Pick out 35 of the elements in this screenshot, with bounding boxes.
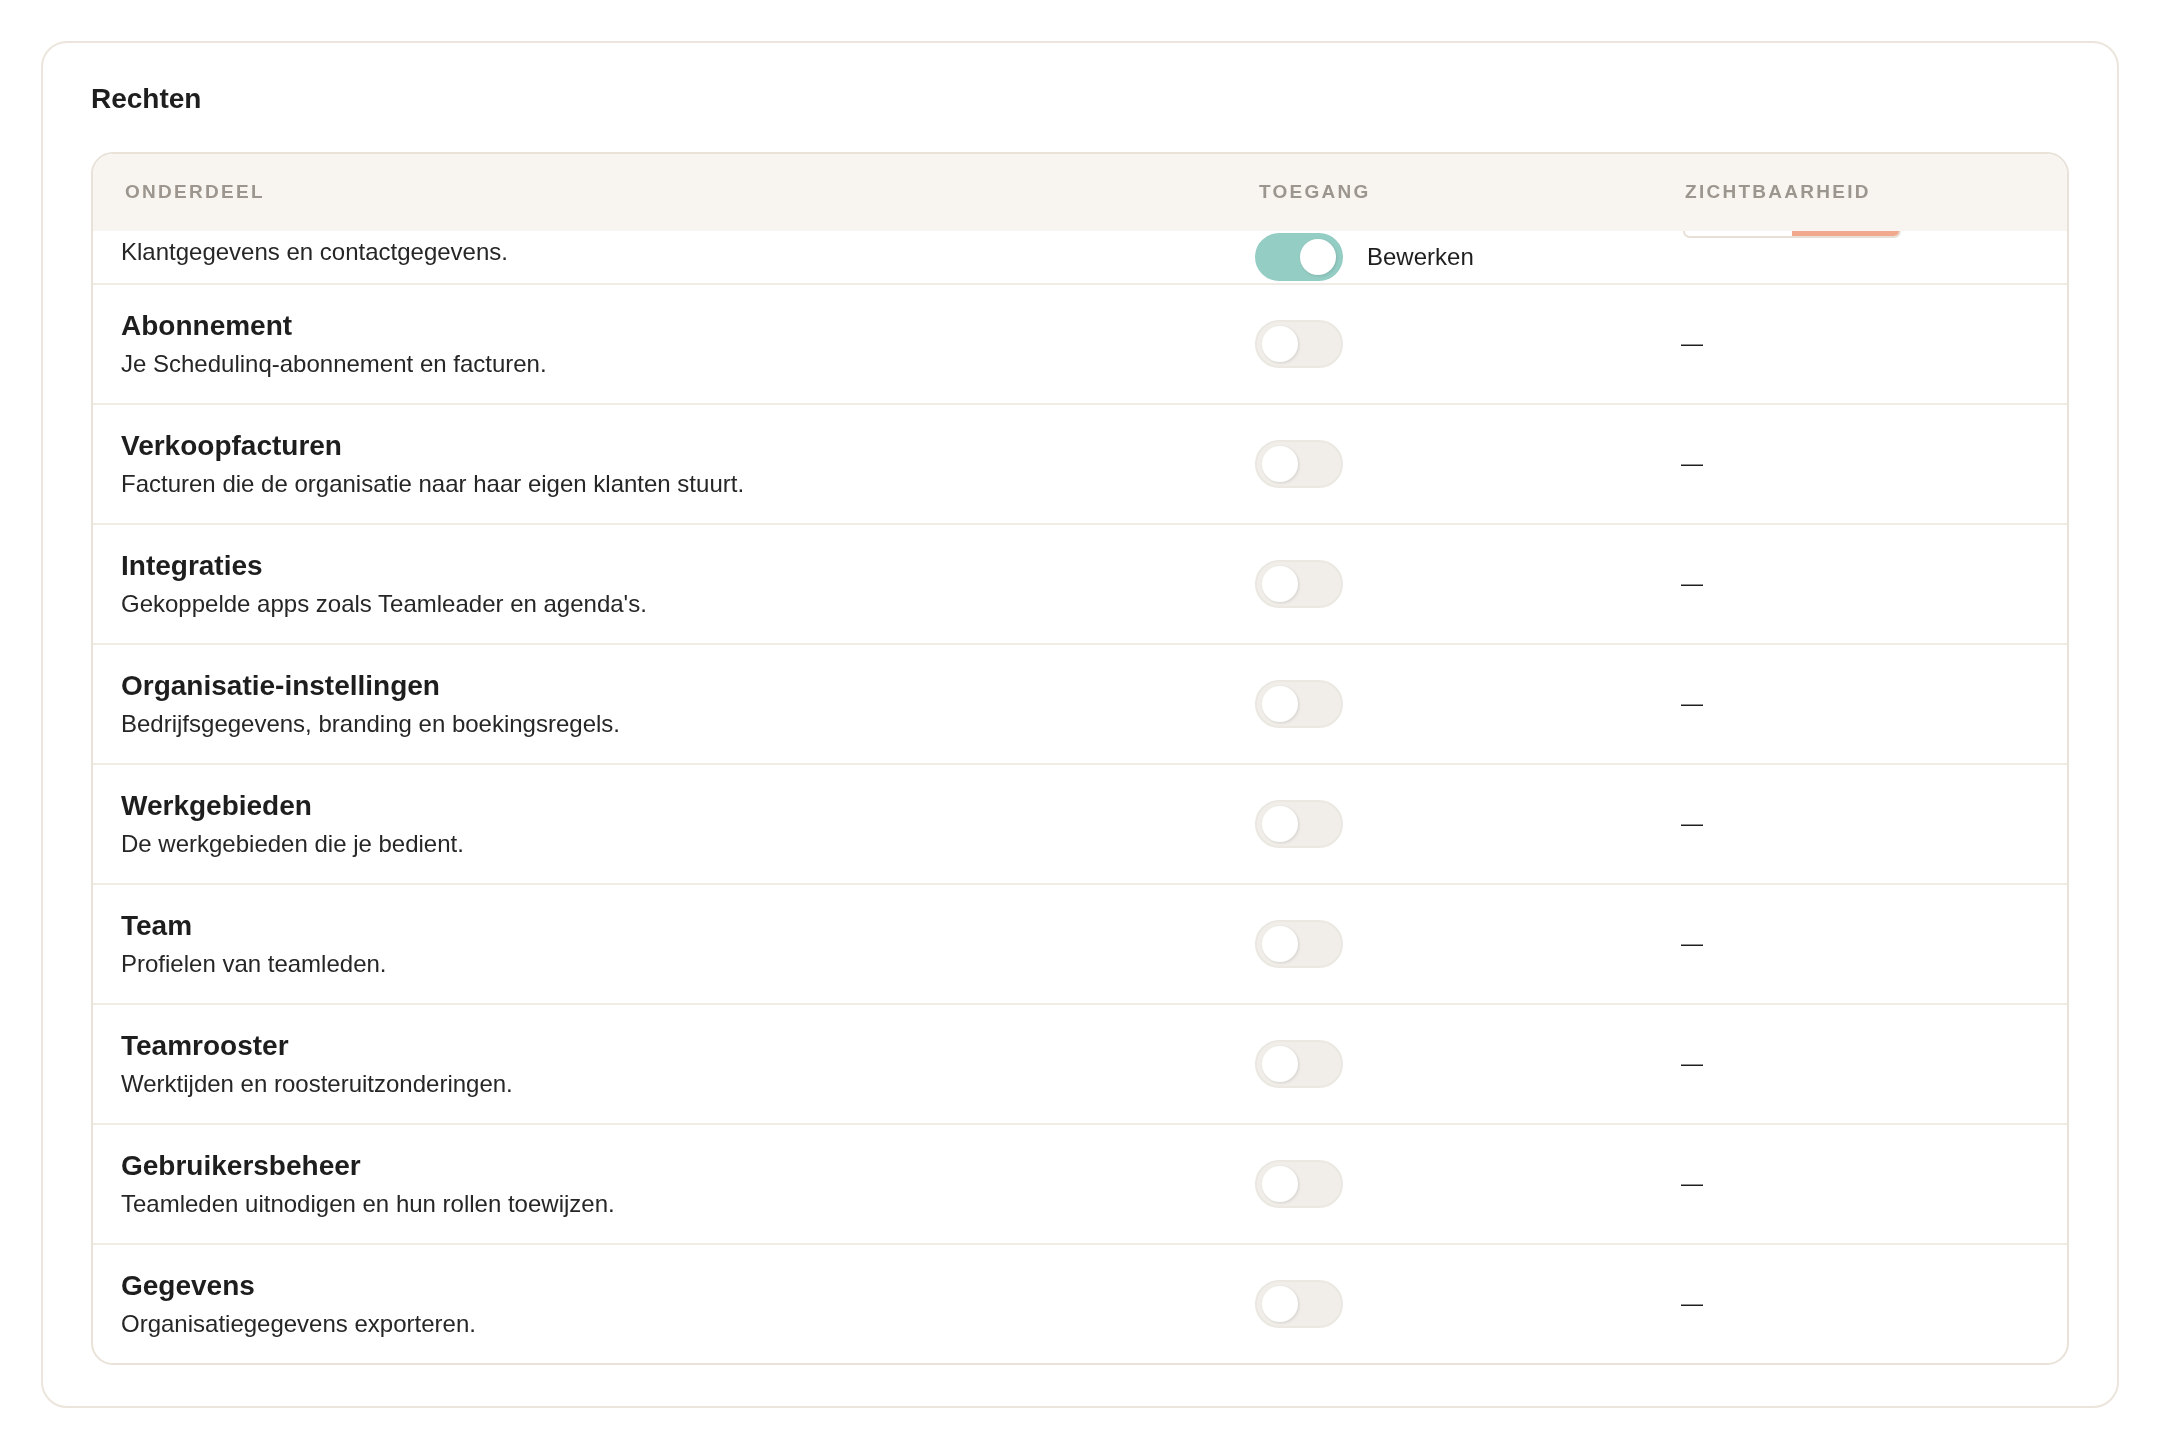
empty-value: — (1681, 930, 1703, 958)
permission-title: Werkgebieden (121, 789, 313, 823)
permission-description: Je Schedulinq-abonnement en facturen. (121, 349, 548, 379)
permission-description: Bedrijfsgegevens, branding en boekingsregels. (121, 709, 621, 739)
column-header: ZICHTBAARHEID (1685, 181, 1871, 202)
permission-title: Gebruikersbeheer (121, 1149, 362, 1183)
empty-value: — (1681, 1170, 1703, 1198)
permission-description: Profielen van teamleden. (121, 949, 388, 979)
empty-value: — (1681, 1290, 1703, 1318)
card-title: Rechten (91, 82, 203, 116)
visibility-segment[interactable] (1792, 231, 1899, 236)
empty-value: — (1681, 330, 1703, 358)
permission-description: Werktijden en roosteruitzonderingen. (121, 1069, 514, 1099)
permission-title: Integraties (121, 549, 264, 583)
permission-title: Organisatie-instellingen (121, 669, 441, 703)
empty-value: — (1681, 570, 1703, 598)
permission-description: Gekoppelde apps zoals Teamleader en agenda's. (121, 589, 648, 619)
permission-description: De werkgebieden die je bedient. (121, 829, 465, 859)
column-header: TOEGANG (1259, 181, 1371, 202)
permission-description: Teamleden uitnodigen en hun rollen toewijzen. (121, 1189, 616, 1219)
permission-description: Organisatiegegevens exporteren. (121, 1309, 477, 1339)
empty-value: — (1681, 690, 1703, 718)
permission-description: Facturen die de organisatie naar haar eigen klanten stuurt. (121, 469, 746, 499)
empty-value: — (1681, 810, 1703, 838)
permission-title: Abonnement (121, 309, 294, 343)
toggle-switch[interactable] (1255, 233, 1343, 281)
column-header: ONDERDEEL (125, 181, 265, 202)
access-label: Bewerken (1367, 242, 1474, 272)
permission-title: Gegevens (121, 1269, 256, 1303)
empty-value: — (1681, 450, 1703, 478)
empty-value: — (1681, 1050, 1703, 1078)
permission-description: Klantgegevens en contactgegevens. (121, 237, 509, 267)
permission-title: Team (121, 909, 194, 943)
permission-title: Verkoopfacturen (121, 429, 343, 463)
permission-title: Teamrooster (121, 1029, 290, 1063)
